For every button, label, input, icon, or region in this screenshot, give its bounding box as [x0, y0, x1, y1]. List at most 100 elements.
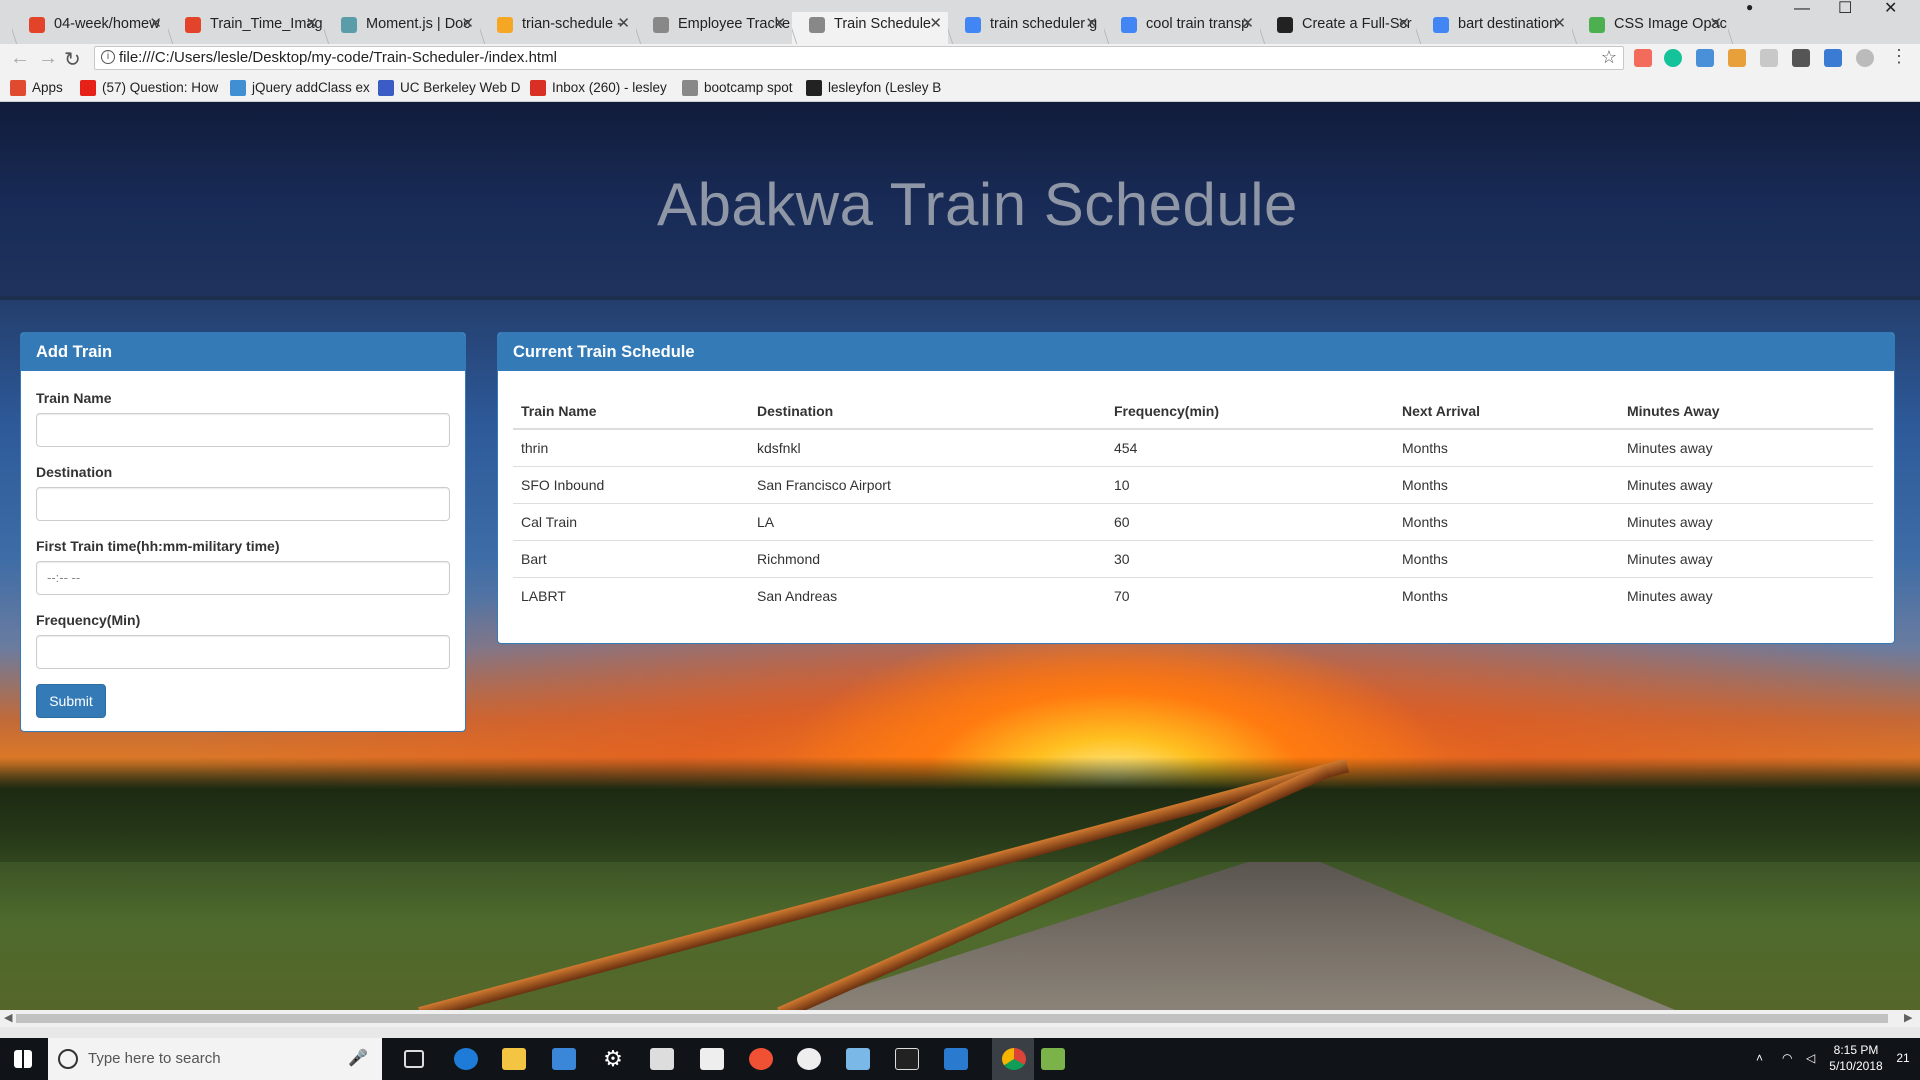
first-train-time-input[interactable]: --:-- -- [36, 561, 450, 595]
notification-count: 21 [1896, 1051, 1910, 1065]
scroll-right-icon[interactable]: ▶ [1904, 1011, 1912, 1024]
bookmark-item[interactable]: jQuery addClass ex [230, 80, 370, 96]
close-tab-icon[interactable]: ✕ [929, 12, 942, 36]
submit-button[interactable]: Submit [36, 684, 106, 718]
train-name-input[interactable] [36, 413, 450, 447]
tab-favicon-icon [965, 17, 981, 33]
settings-icon[interactable]: ⚙ [601, 1048, 625, 1070]
grammarly-icon[interactable] [1664, 49, 1682, 67]
column-header: Train Name [513, 393, 749, 430]
extension-icon-7[interactable] [1856, 49, 1874, 67]
reload-icon[interactable]: ↻ [64, 47, 81, 72]
git-icon[interactable] [749, 1048, 773, 1070]
windows-start-icon[interactable] [14, 1050, 32, 1068]
table-row: LABRT San Andreas 70 Months Minutes away [513, 576, 1873, 614]
bookmark-item[interactable]: Inbox (260) - lesley [530, 80, 667, 96]
taskbar-search-box[interactable]: Type here to search 🎤 [48, 1038, 382, 1080]
table-body: thrin kdsfnkl 454 Months Minutes away SFO Inb… [513, 428, 1873, 614]
table-cell: Months [1394, 502, 1619, 540]
maximize-button[interactable]: ☐ [1838, 0, 1852, 17]
edge-icon[interactable] [454, 1048, 478, 1070]
destination-input[interactable] [36, 487, 450, 521]
file-explorer-icon[interactable] [502, 1048, 526, 1070]
apps-grid-icon [10, 80, 26, 96]
info-icon[interactable]: i [101, 50, 115, 64]
gmail-icon [530, 80, 546, 96]
extension-icon-4[interactable] [1760, 49, 1778, 67]
close-window-button[interactable]: ✕ [1884, 0, 1897, 17]
table-cell: Richmond [749, 539, 1106, 577]
clock[interactable]: 8:15 PM 5/10/2018 [1820, 1042, 1892, 1074]
url-text: file:///C:/Users/lesle/Desktop/my-code/T… [119, 49, 557, 66]
close-tab-icon[interactable]: ✕ [1553, 12, 1566, 36]
train-schedule-heading: Current Train Schedule [498, 333, 1894, 371]
minimize-button[interactable]: — [1794, 0, 1810, 17]
bookmark-item[interactable]: lesleyfon (Lesley B [806, 80, 941, 96]
close-tab-icon[interactable]: ✕ [305, 12, 318, 36]
close-tab-icon[interactable]: ✕ [149, 12, 162, 36]
chrome-logo-icon [1002, 1048, 1026, 1070]
table-cell: San Andreas [749, 576, 1106, 614]
close-tab-icon[interactable]: ✕ [1241, 12, 1254, 36]
bookmark-item[interactable]: bootcamp spot [682, 80, 793, 96]
table-cell: Minutes away [1619, 428, 1873, 466]
close-tab-icon[interactable]: ✕ [461, 12, 474, 36]
table-cell: SFO Inbound [513, 465, 749, 503]
extension-icon-1[interactable] [1634, 49, 1652, 67]
spreadsheet-icon[interactable] [1041, 1048, 1065, 1070]
table-row: thrin kdsfnkl 454 Months Minutes away [513, 428, 1873, 466]
chrome-menu-icon[interactable]: ⋮ [1890, 46, 1908, 67]
table-cell: Minutes away [1619, 539, 1873, 577]
tab-title: cool train transp [1146, 16, 1250, 32]
scrollbar-thumb[interactable] [16, 1014, 1888, 1023]
store-icon[interactable] [552, 1048, 576, 1070]
bookmark-item[interactable]: (57) Question: How [80, 80, 219, 96]
close-tab-icon[interactable]: ✕ [1085, 12, 1098, 36]
task-view-icon[interactable] [404, 1050, 424, 1068]
bookmark-star-icon[interactable]: ☆ [1601, 46, 1617, 68]
forward-icon[interactable]: → [38, 47, 58, 70]
address-bar[interactable]: i file:///C:/Users/lesle/Desktop/my-code… [94, 46, 1624, 70]
bookmark-label: (57) Question: How [102, 80, 219, 95]
column-header: Destination [749, 393, 1106, 430]
table-cell: Months [1394, 576, 1619, 614]
tab-title: bart destination [1458, 16, 1558, 32]
terminal-icon[interactable] [895, 1048, 919, 1070]
mail-icon[interactable] [650, 1048, 674, 1070]
scroll-left-icon[interactable]: ◀ [4, 1011, 12, 1024]
extension-icon-2[interactable] [1696, 49, 1714, 67]
frequency-label: Frequency(Min) [36, 612, 141, 628]
tab-title: Moment.js | Doc [366, 16, 471, 32]
extension-icon-5[interactable] [1792, 49, 1810, 67]
table-cell: 10 [1106, 465, 1394, 503]
microphone-icon[interactable]: 🎤 [348, 1038, 368, 1080]
back-icon[interactable]: ← [10, 47, 30, 70]
profile-icon[interactable]: ● [1746, 0, 1753, 16]
close-tab-icon[interactable]: ✕ [1709, 12, 1722, 36]
extension-icon-6[interactable] [1824, 49, 1842, 67]
volume-icon[interactable]: ◁ [1806, 1050, 1815, 1066]
close-tab-icon[interactable]: ✕ [773, 12, 786, 36]
train-name-label: Train Name [36, 390, 112, 406]
table-row: Cal Train LA 60 Months Minutes away [513, 502, 1873, 540]
vscode-icon[interactable] [944, 1048, 968, 1070]
bookmark-item[interactable]: Apps [10, 80, 63, 96]
close-tab-icon[interactable]: ✕ [1397, 12, 1410, 36]
table-cell: 30 [1106, 539, 1394, 577]
sticky-notes-icon[interactable] [700, 1048, 724, 1070]
table-cell: Minutes away [1619, 576, 1873, 614]
tab-title: 04-week/homew [54, 16, 160, 32]
notepad-icon[interactable] [846, 1048, 870, 1070]
frequency-input[interactable] [36, 635, 450, 669]
network-icon[interactable]: ◠ [1782, 1050, 1792, 1066]
table-header-row: Train Name Destination Frequency(min) Next … [513, 393, 1873, 430]
tray-chevron-icon[interactable]: ˄ [1756, 1050, 1763, 1066]
app-icon[interactable] [797, 1048, 821, 1070]
notifications-icon[interactable]: 21 [1888, 1050, 1918, 1066]
extension-icon-3[interactable] [1728, 49, 1746, 67]
bookmark-item[interactable]: UC Berkeley Web D [378, 80, 521, 96]
horizontal-scrollbar[interactable]: ◀ ▶ [0, 1010, 1920, 1027]
table-cell: San Francisco Airport [749, 465, 1106, 503]
close-tab-icon[interactable]: ✕ [617, 12, 630, 36]
search-placeholder: Type here to search [88, 1050, 221, 1067]
